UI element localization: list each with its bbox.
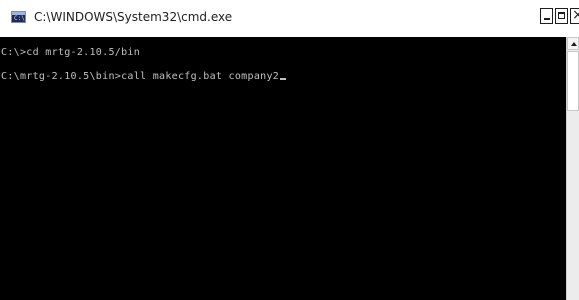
text-cursor xyxy=(280,78,287,80)
console-line-1: C:\>cd mrtg-2.10.5/bin xyxy=(1,46,140,59)
window-title: C:\WINDOWS\System32\cmd.exe xyxy=(34,10,233,24)
app-icon-glyph: C:\ xyxy=(14,15,25,22)
console-app-icon[interactable]: C:\ xyxy=(11,11,26,23)
console-window: C:\ C:\WINDOWS\System32\cmd.exe C:\>cd m… xyxy=(0,0,579,300)
scrollbar-thumb[interactable] xyxy=(567,51,579,111)
maximize-button[interactable] xyxy=(555,8,568,24)
console-line-1-text: C:\>cd mrtg-2.10.5/bin xyxy=(1,47,141,58)
vertical-scrollbar[interactable] xyxy=(566,37,579,300)
minimize-button[interactable] xyxy=(540,8,553,24)
scroll-up-arrow-icon[interactable] xyxy=(567,37,579,50)
close-button[interactable] xyxy=(570,7,579,24)
console-line-2: C:\mrtg-2.10.5\bin>call makecfg.bat comp… xyxy=(1,70,287,83)
console-line-2-text: C:\mrtg-2.10.5\bin>call makecfg.bat comp… xyxy=(1,71,280,82)
title-bar[interactable]: C:\ C:\WINDOWS\System32\cmd.exe xyxy=(0,0,579,37)
console-output-area[interactable]: C:\>cd mrtg-2.10.5/bin C:\mrtg-2.10.5\bi… xyxy=(0,37,566,300)
